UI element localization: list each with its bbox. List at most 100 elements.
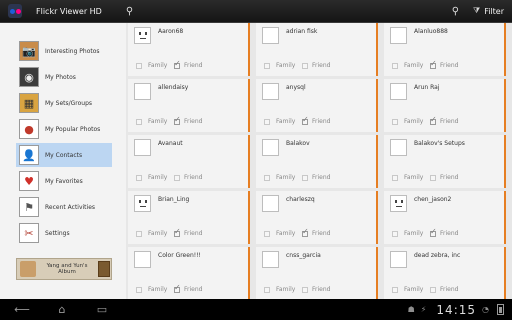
filter-button[interactable]: ⧩ Filter bbox=[473, 6, 504, 16]
friend-checkbox[interactable] bbox=[430, 227, 437, 237]
contacts-grid: Aaron68 Family Friend adrian fisk Family… bbox=[126, 23, 512, 300]
sidebar-item-my-contacts[interactable]: 👤 My Contacts bbox=[16, 143, 112, 167]
recent-apps-icon[interactable]: ▭ bbox=[92, 303, 112, 316]
family-checkbox[interactable] bbox=[392, 63, 398, 69]
friend-checkbox[interactable] bbox=[302, 63, 308, 69]
family-checkbox[interactable] bbox=[136, 287, 142, 293]
contact-name: Balakov bbox=[286, 140, 310, 147]
family-checkbox[interactable] bbox=[392, 175, 398, 181]
contact-name: Alanluo888 bbox=[414, 28, 448, 35]
family-checkbox[interactable] bbox=[136, 175, 142, 181]
contact-card[interactable]: Arun Raj Family Friend bbox=[384, 79, 506, 132]
contact-card[interactable]: cnss_garcia Family Friend bbox=[256, 247, 378, 300]
friend-checkbox[interactable] bbox=[302, 227, 309, 237]
contact-card[interactable]: Avanaut Family Friend bbox=[128, 135, 250, 188]
sidebar-item-label: Interesting Photos bbox=[45, 47, 100, 55]
contact-avatar bbox=[390, 251, 407, 268]
contact-card[interactable]: Aaron68 Family Friend bbox=[128, 23, 250, 76]
contact-card[interactable]: allendaisy Family Friend bbox=[128, 79, 250, 132]
family-label: Family bbox=[404, 230, 424, 237]
family-label: Family bbox=[148, 230, 168, 237]
contact-avatar bbox=[134, 251, 151, 268]
friend-checkbox[interactable] bbox=[430, 59, 437, 69]
friend-checkbox[interactable] bbox=[174, 115, 181, 125]
sidebar-item-settings[interactable]: ✂ Settings bbox=[16, 221, 112, 245]
friend-label: Friend bbox=[312, 174, 331, 181]
friend-checkbox[interactable] bbox=[174, 283, 181, 293]
sidebar-item-interesting-photos[interactable]: 📷 Interesting Photos bbox=[16, 39, 112, 63]
family-checkbox[interactable] bbox=[136, 119, 142, 125]
camera-icon: 📷 bbox=[19, 41, 39, 61]
back-icon[interactable]: ⟵ bbox=[12, 303, 32, 316]
family-checkbox[interactable] bbox=[264, 63, 270, 69]
contact-name: Brian_Ling bbox=[158, 196, 190, 203]
friend-label: Friend bbox=[440, 62, 459, 69]
friend-checkbox[interactable] bbox=[430, 287, 436, 293]
contact-name: Avanaut bbox=[158, 140, 183, 147]
family-checkbox[interactable] bbox=[392, 119, 398, 125]
friend-checkbox[interactable] bbox=[174, 175, 180, 181]
contact-avatar bbox=[390, 139, 407, 156]
family-checkbox[interactable] bbox=[264, 231, 270, 237]
contact-card[interactable]: adrian fisk Family Friend bbox=[256, 23, 378, 76]
sidebar-item-label: My Popular Photos bbox=[45, 125, 101, 133]
wifi-icon: ◔ bbox=[482, 305, 489, 314]
contact-card[interactable]: chen_jason2 Family Friend bbox=[384, 191, 506, 244]
family-checkbox[interactable] bbox=[136, 63, 142, 69]
contact-name: anysql bbox=[286, 84, 306, 91]
contact-card[interactable]: anysql Family Friend bbox=[256, 79, 378, 132]
android-icon: ☗ bbox=[407, 305, 415, 314]
family-checkbox[interactable] bbox=[264, 175, 270, 181]
contact-avatar bbox=[262, 195, 279, 212]
contact-avatar bbox=[390, 83, 407, 100]
family-checkbox[interactable] bbox=[392, 287, 398, 293]
sidebar-item-my-popular-photos[interactable]: ● My Popular Photos bbox=[16, 117, 112, 141]
sidebar-item-recent-activities[interactable]: ⚑ Recent Activities bbox=[16, 195, 112, 219]
friend-label: Friend bbox=[312, 286, 331, 293]
contact-card[interactable]: Balakov's Setups Family Friend bbox=[384, 135, 506, 188]
contact-name: chen_jason2 bbox=[414, 196, 452, 203]
action-bar: Flickr Viewer HD ⚲ ⚲ ⧩ Filter bbox=[0, 0, 512, 23]
contact-card[interactable]: Balakov Family Friend bbox=[256, 135, 378, 188]
family-label: Family bbox=[276, 62, 296, 69]
home-icon[interactable]: ⌂ bbox=[52, 303, 72, 316]
friend-checkbox[interactable] bbox=[430, 115, 437, 125]
album-avatar bbox=[20, 261, 36, 277]
friend-checkbox[interactable] bbox=[174, 227, 181, 237]
family-checkbox[interactable] bbox=[264, 287, 270, 293]
sidebar-item-label: My Favorites bbox=[45, 177, 83, 185]
friend-checkbox[interactable] bbox=[302, 287, 308, 293]
friend-checkbox[interactable] bbox=[430, 175, 436, 181]
contact-name: Arun Raj bbox=[414, 84, 440, 91]
search-contacts-icon[interactable]: ⚲ bbox=[452, 6, 459, 17]
sidebar-item-my-sets-groups[interactable]: ▦ My Sets/Groups bbox=[16, 91, 112, 115]
activity-icon: ⚑ bbox=[19, 197, 39, 217]
clock[interactable]: 14:15 bbox=[436, 303, 476, 317]
contact-card[interactable]: Brian_Ling Family Friend bbox=[128, 191, 250, 244]
usb-icon: ⚡ bbox=[420, 305, 427, 314]
sidebar-item-label: My Photos bbox=[45, 73, 76, 81]
family-checkbox[interactable] bbox=[264, 119, 270, 125]
album-tile[interactable]: Yang and Yun's Album bbox=[16, 258, 112, 280]
friend-checkbox[interactable] bbox=[302, 175, 308, 181]
friend-label: Friend bbox=[312, 62, 331, 69]
contact-card[interactable]: Alanluo888 Family Friend bbox=[384, 23, 506, 76]
sidebar-item-my-favorites[interactable]: ♥ My Favorites bbox=[16, 169, 112, 193]
contacts-icon: 👤 bbox=[19, 145, 39, 165]
contact-avatar bbox=[262, 139, 279, 156]
family-checkbox[interactable] bbox=[136, 231, 142, 237]
system-bar: ⟵ ⌂ ▭ ☗ ⚡ 14:15 ◔ bbox=[0, 299, 512, 320]
contact-card[interactable]: charleszq Family Friend bbox=[256, 191, 378, 244]
friend-label: Friend bbox=[184, 230, 203, 237]
family-label: Family bbox=[404, 118, 424, 125]
friend-label: Friend bbox=[440, 286, 459, 293]
contact-name: Balakov's Setups bbox=[414, 140, 465, 147]
family-checkbox[interactable] bbox=[392, 231, 398, 237]
contact-card[interactable]: dead zebra, inc Family Friend bbox=[384, 247, 506, 300]
flickr-logo-icon bbox=[8, 4, 22, 18]
friend-checkbox[interactable] bbox=[302, 115, 309, 125]
friend-checkbox[interactable] bbox=[174, 59, 181, 69]
contact-card[interactable]: Color Green!!! Family Friend bbox=[128, 247, 250, 300]
search-icon[interactable]: ⚲ bbox=[126, 6, 133, 17]
sidebar-item-my-photos[interactable]: ◉ My Photos bbox=[16, 65, 112, 89]
